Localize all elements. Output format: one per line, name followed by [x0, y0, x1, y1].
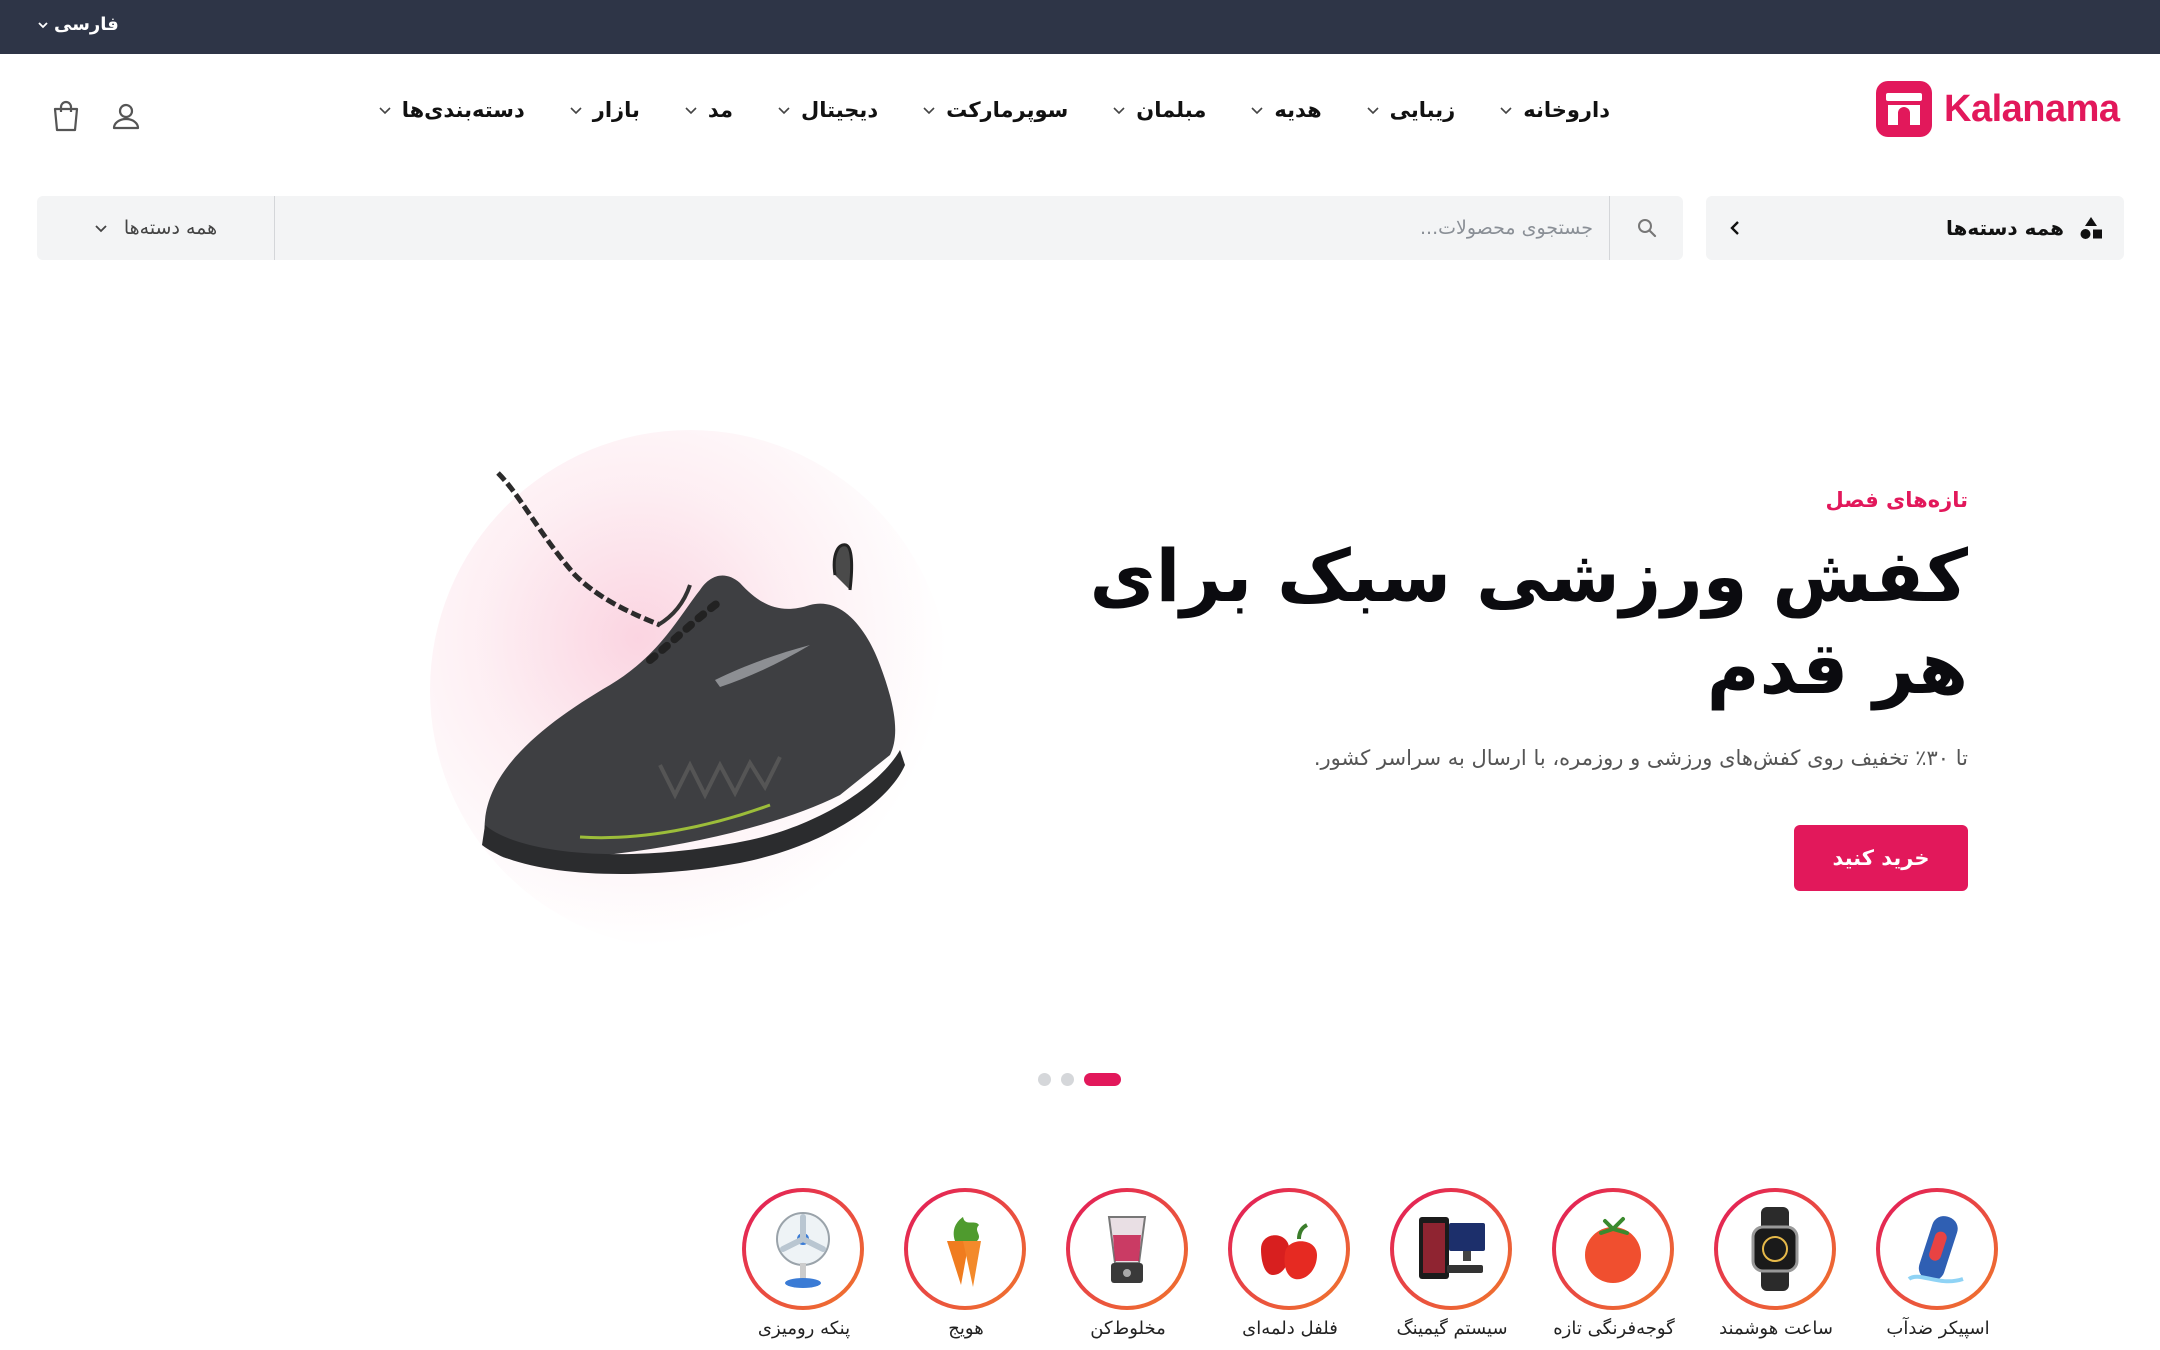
- shop-now-button[interactable]: خرید کنید: [1794, 825, 1968, 891]
- nav-label: داروخانه: [1523, 98, 1610, 122]
- category-ring: [742, 1188, 864, 1310]
- tomato-icon: [1585, 1217, 1641, 1283]
- category-blender[interactable]: مخلوط‌کن: [1066, 1188, 1190, 1339]
- store-logo-icon: [1876, 81, 1932, 137]
- main-header: دسته‌بندی‌ها بازار مد دیجیتال سوپرمارکت …: [0, 54, 2160, 176]
- all-categories-label-wrap: همه دسته‌ها: [1946, 215, 2104, 241]
- search-button[interactable]: [1609, 196, 1683, 260]
- chevron-down-icon: [1113, 107, 1125, 115]
- search-input[interactable]: [323, 196, 1593, 260]
- carousel-dot[interactable]: [1038, 1073, 1051, 1086]
- all-categories-button[interactable]: همه دسته‌ها: [1706, 196, 2124, 260]
- nav-label: مبلمان: [1136, 98, 1207, 122]
- brand-logo[interactable]: Kalanama: [1874, 79, 2120, 139]
- chevron-down-icon: [685, 107, 697, 115]
- shopping-bag-icon[interactable]: [46, 96, 86, 136]
- category-carrot[interactable]: هویج: [904, 1188, 1028, 1339]
- nav-item-categories[interactable]: دسته‌بندی‌ها: [378, 98, 525, 122]
- sneaker-image: [482, 471, 905, 875]
- category-ring: [1066, 1188, 1188, 1310]
- gaming-pc-icon: [1419, 1217, 1485, 1279]
- category-label: فلفل دلمه‌ای: [1242, 1318, 1338, 1339]
- smartwatch-icon: [1751, 1207, 1799, 1291]
- shapes-icon: [2080, 217, 2102, 239]
- carrot-icon: [947, 1217, 981, 1287]
- blender-icon: [1107, 1216, 1147, 1283]
- category-ring: [1552, 1188, 1674, 1310]
- main-nav: دسته‌بندی‌ها بازار مد دیجیتال سوپرمارکت …: [378, 98, 1610, 122]
- top-bar: فارسی: [0, 0, 2160, 54]
- category-label: گوجه‌فرنگی تازه: [1553, 1318, 1675, 1339]
- user-icon[interactable]: [106, 96, 146, 136]
- language-label: فارسی: [54, 14, 119, 35]
- hero-headline: کفش ورزشی سبک برای هر قدم: [1089, 534, 1968, 710]
- hero-subtitle: تا ۳۰٪ تخفیف روی کفش‌های ورزشی و روزمره،…: [1313, 746, 1968, 770]
- nav-item-pharmacy[interactable]: داروخانه: [1499, 98, 1610, 122]
- nav-label: سوپرمارکت: [946, 98, 1069, 122]
- chevron-down-icon: [38, 21, 48, 28]
- category-gaming-pc[interactable]: سیستم گیمینگ: [1390, 1188, 1514, 1339]
- chevron-down-icon: [778, 107, 790, 115]
- search-category-select[interactable]: همه دسته‌ها: [37, 196, 275, 260]
- bell-pepper-icon: [1261, 1223, 1317, 1280]
- category-bell-pepper[interactable]: فلفل دلمه‌ای: [1228, 1188, 1352, 1339]
- hero-text: تازه‌های فصل کفش ورزشی سبک برای هر قدم ت…: [1068, 488, 1968, 770]
- chevron-down-icon: [1367, 107, 1379, 115]
- desk-fan-icon: [776, 1212, 830, 1288]
- all-categories-label: همه دسته‌ها: [1946, 216, 2064, 240]
- nav-item-digital[interactable]: دیجیتال: [777, 98, 878, 122]
- category-smartwatch[interactable]: ساعت هوشمند: [1714, 1188, 1838, 1339]
- search-icon: [1637, 219, 1656, 238]
- category-label: هویج: [948, 1318, 984, 1339]
- category-ring: [1228, 1188, 1350, 1310]
- nav-item-furniture[interactable]: مبلمان: [1112, 98, 1206, 122]
- category-ring: [1390, 1188, 1512, 1310]
- chevron-down-icon: [95, 225, 107, 233]
- nav-item-bazaar[interactable]: بازار: [569, 98, 640, 122]
- category-desk-fan[interactable]: پنکه رومیزی: [742, 1188, 866, 1339]
- chevron-down-icon: [1500, 107, 1512, 115]
- nav-item-beauty[interactable]: زیبایی: [1366, 98, 1456, 122]
- category-ring: [1714, 1188, 1836, 1310]
- category-tomato[interactable]: گوجه‌فرنگی تازه: [1552, 1188, 1676, 1339]
- category-label: مخلوط‌کن: [1090, 1318, 1166, 1339]
- carousel-dot[interactable]: [1061, 1073, 1074, 1086]
- hero-eyebrow: تازه‌های فصل: [1825, 488, 1968, 512]
- brand-name: Kalanama: [1944, 87, 2120, 130]
- chevron-down-icon: [923, 107, 935, 115]
- chevron-down-icon: [1251, 107, 1263, 115]
- nav-item-gift[interactable]: هدیه: [1250, 98, 1322, 122]
- nav-label: دسته‌بندی‌ها: [401, 98, 525, 122]
- speaker-icon: [1907, 1216, 1964, 1284]
- chevron-left-icon: [1730, 221, 1739, 235]
- language-selector[interactable]: فارسی: [38, 14, 119, 35]
- nav-label: بازار: [592, 98, 640, 122]
- category-label: سیستم گیمینگ: [1396, 1318, 1508, 1339]
- nav-label: هدیه: [1274, 98, 1322, 122]
- category-label: اسپیکر ضدآب: [1886, 1318, 1990, 1339]
- category-label: پنکه رومیزی: [757, 1318, 851, 1339]
- category-label: ساعت هوشمند: [1719, 1318, 1833, 1339]
- nav-item-fashion[interactable]: مد: [684, 98, 733, 122]
- category-speaker[interactable]: اسپیکر ضدآب: [1876, 1188, 2000, 1339]
- chevron-down-icon: [379, 107, 391, 115]
- search-bar: همه دسته‌ها: [37, 196, 1683, 260]
- category-ring: [1876, 1188, 1998, 1310]
- chevron-down-icon: [570, 107, 582, 115]
- nav-label: زیبایی: [1389, 98, 1456, 122]
- category-ring: [904, 1188, 1026, 1310]
- nav-label: مد: [707, 98, 734, 122]
- carousel-dot-active[interactable]: [1084, 1073, 1121, 1086]
- search-category-label: همه دسته‌ها: [123, 217, 218, 239]
- nav-item-supermarket[interactable]: سوپرمارکت: [922, 98, 1068, 122]
- carousel-dots: [1038, 1073, 1121, 1086]
- nav-label: دیجیتال: [801, 98, 879, 122]
